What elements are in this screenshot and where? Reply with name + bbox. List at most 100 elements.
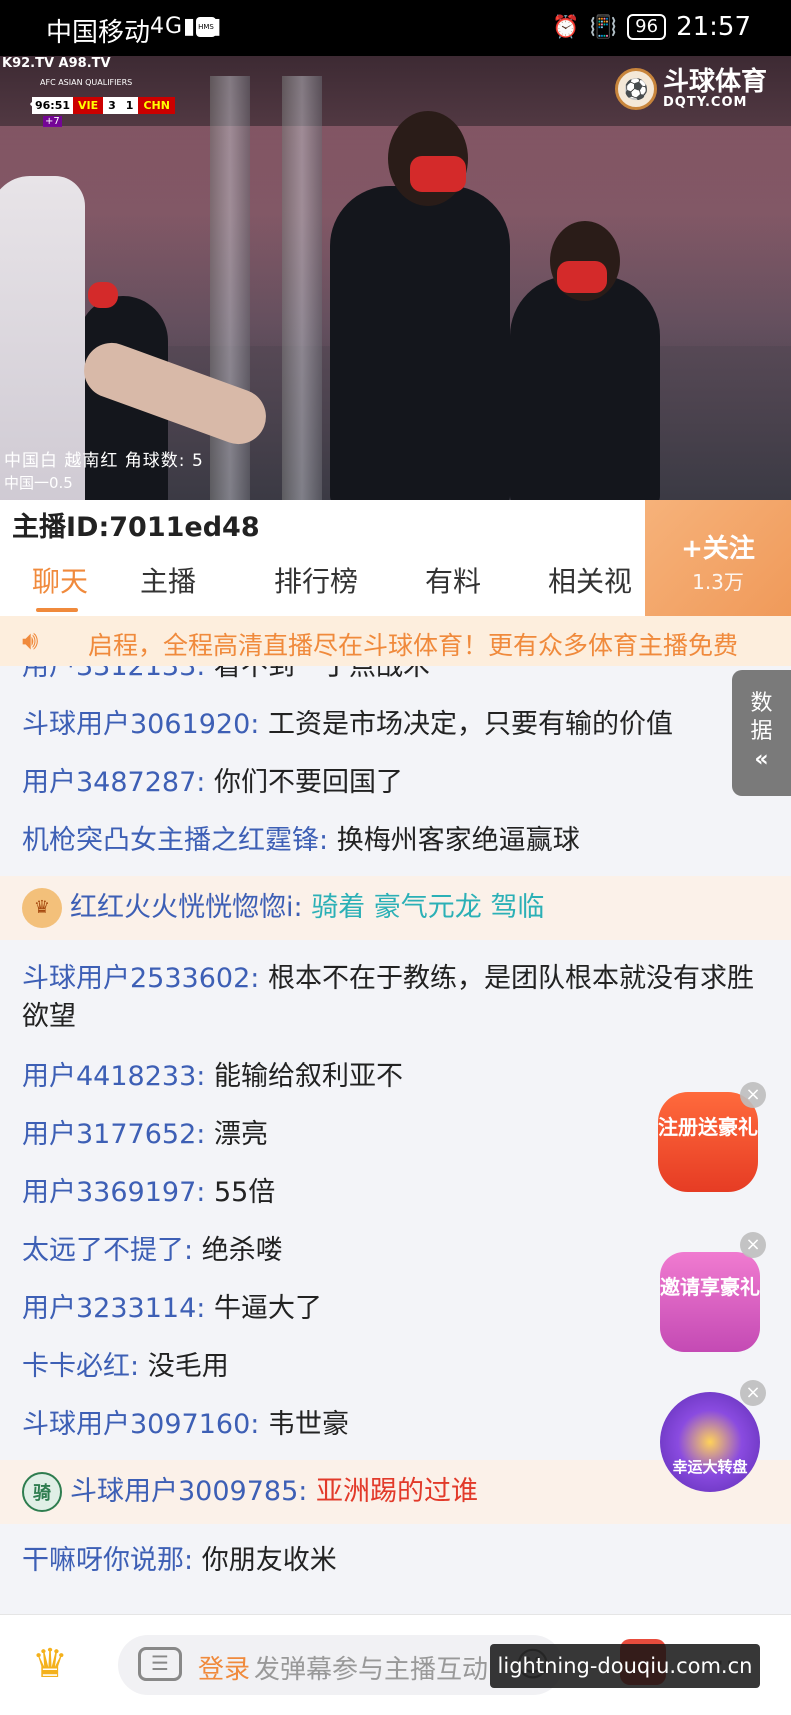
tab-ranking[interactable]: 排行榜	[274, 560, 358, 600]
danmaku-placeholder: 发弹幕参与主播互动	[254, 1655, 489, 1685]
chat-message: 机枪突凸女主播之红霆锋: 换梅州客家绝逼赢球	[22, 822, 580, 860]
chat-message: 卡卡必红: 没毛用	[22, 1348, 229, 1386]
streamer-id: 主播ID:7011ed48	[12, 512, 260, 543]
tab-related-videos[interactable]: 相关视	[548, 560, 632, 600]
chat-text: 牛逼大了	[213, 1293, 322, 1324]
chat-username[interactable]: 用户4418233:	[22, 1061, 205, 1092]
chat-text: 骑着 豪气元龙 驾临	[311, 892, 545, 923]
chat-text: 亚洲踢的过谁	[315, 1476, 478, 1507]
chat-message: 干嘛呀你说那: 你朋友收米	[22, 1542, 337, 1580]
chat-username[interactable]: 用户3312133:	[22, 666, 205, 682]
invite-promo[interactable]: 邀请享豪礼	[660, 1252, 760, 1352]
staff-mask	[557, 261, 607, 293]
register-promo[interactable]: 注册送豪礼	[658, 1092, 758, 1192]
scoreboard: 96:51 VIE 3 1 CHN	[32, 94, 175, 116]
follow-label: +关注	[681, 534, 755, 564]
chat-username[interactable]: 用户3177652:	[22, 1119, 205, 1150]
site-watermark: lightning-douqiu.com.cn	[490, 1644, 760, 1688]
active-tab-indicator	[36, 608, 78, 612]
chat-text: 绝杀喽	[201, 1235, 283, 1266]
football-icon: ⚽	[615, 68, 657, 110]
chat-message: 用户3312133: 看不到一丁点战术	[22, 666, 430, 686]
chat-username[interactable]: 红红火火恍恍惚惚i:	[70, 892, 303, 923]
close-icon[interactable]: ×	[740, 1232, 766, 1258]
tab-chat[interactable]: 聊天	[32, 560, 88, 600]
chat-text: 换梅州客家绝逼赢球	[336, 825, 580, 856]
close-icon[interactable]: ×	[740, 1082, 766, 1108]
data-label-2: 据	[750, 719, 773, 744]
chat-username[interactable]: 斗球用户3009785:	[70, 1476, 307, 1507]
chat-text: 韦世豪	[267, 1409, 349, 1440]
chat-username[interactable]: 用户3369197:	[22, 1177, 205, 1208]
chat-username[interactable]: 干嘛呀你说那:	[22, 1545, 193, 1576]
chat-text: 你们不要回国了	[213, 767, 403, 798]
chat-text: 55倍	[213, 1177, 276, 1208]
chat-message: 红红火火恍恍惚惚i: 骑着 豪气元龙 驾临	[70, 889, 544, 927]
collapse-arrow-icon: «	[754, 747, 769, 772]
staff-mask-left	[88, 282, 118, 308]
competition-label: AFC ASIAN QUALIFIERS	[40, 78, 133, 87]
invite-promo-badge: 邀请享豪礼	[660, 1252, 760, 1352]
alarm-icon: ⏰	[552, 14, 580, 40]
chat-message: 用户4418233: 能输给叙利亚不	[22, 1058, 403, 1096]
coach-figure	[330, 186, 510, 500]
speaker-icon: 🔊︎	[22, 626, 39, 656]
chat-username[interactable]: 用户3233114:	[22, 1293, 205, 1324]
match-overlay-odds: 中国一0.5	[4, 474, 73, 492]
staff-figure	[510, 276, 660, 500]
chat-username[interactable]: 斗球用户3097160:	[22, 1409, 259, 1440]
tab-bar: 聊天 主播 排行榜 有料 相关视	[0, 560, 645, 612]
register-promo-badge: 注册送豪礼	[658, 1092, 758, 1192]
chat-message: 用户3487287: 你们不要回国了	[22, 764, 403, 802]
chat-username[interactable]: 太远了不提了:	[22, 1235, 193, 1266]
notice-text: 启程，全程高清直播尽在斗球体育！更有众多体育主播免费	[88, 631, 739, 660]
video-player[interactable]: K92.TV A98.TV AFC ASIAN QUALIFIERS 96:51…	[0, 56, 791, 500]
home-team: VIE	[73, 96, 104, 114]
dqty-logo: ⚽ 斗球体育 DQTY.COM	[615, 68, 767, 110]
chat-text: 工资是市场决定，只要有输的价值	[267, 709, 673, 740]
chat-message: 斗球用户3097160: 韦世豪	[22, 1406, 349, 1444]
vip-badge-icon: ♛	[22, 888, 62, 928]
chat-username[interactable]: 卡卡必红:	[22, 1351, 139, 1382]
lucky-wheel-badge: 幸运大转盘	[660, 1392, 760, 1492]
chat-text: 你朋友收米	[201, 1545, 337, 1576]
coach-mask	[410, 156, 466, 192]
status-bar: 中国移动 4G▮▮▮ HMS ⏰ 📳 96 21:57	[0, 0, 791, 56]
clock: 21:57	[676, 12, 751, 42]
chat-message: 斗球用户2533602: 根本不在于教练，是团队根本就没有求胜欲望	[22, 960, 762, 1036]
chat-username[interactable]: 斗球用户2533602:	[22, 963, 259, 994]
notice-banner: 🔊︎ 启程，全程高清直播尽在斗球体育！更有众多体育主播免费	[0, 616, 791, 666]
added-time: +7	[43, 116, 62, 127]
chat-message: 斗球用户3061920: 工资是市场决定，只要有输的价值	[22, 706, 673, 744]
tab-streamer[interactable]: 主播	[140, 560, 196, 600]
home-score: 3	[103, 96, 121, 114]
video-pillar	[282, 76, 322, 500]
source-label: K92.TV A98.TV	[2, 56, 111, 71]
close-icon[interactable]: ×	[740, 1380, 766, 1406]
back-arrow-icon[interactable]: ‹	[28, 86, 40, 121]
follow-button[interactable]: +关注 1.3万	[645, 500, 791, 616]
follower-count: 1.3万	[692, 570, 744, 594]
tab-insights[interactable]: 有料	[425, 560, 481, 600]
data-label-1: 数	[750, 691, 773, 716]
crown-icon[interactable]: ♛	[32, 1641, 68, 1687]
data-panel-toggle[interactable]: 数 据 «	[732, 670, 791, 796]
away-score: 1	[120, 96, 139, 114]
chat-text: 没毛用	[147, 1351, 229, 1382]
knight-badge-icon: 骑	[22, 1472, 62, 1512]
chat-username[interactable]: 斗球用户3061920:	[22, 709, 259, 740]
chat-message: 用户3233114: 牛逼大了	[22, 1290, 322, 1328]
login-link[interactable]: 登录	[198, 1649, 250, 1686]
chat-message: 太远了不提了: 绝杀喽	[22, 1232, 283, 1270]
carrier-label: 中国移动	[46, 18, 151, 48]
chat-username[interactable]: 用户3487287:	[22, 767, 205, 798]
chat-username[interactable]: 机枪突凸女主播之红霆锋:	[22, 825, 328, 856]
match-overlay-info: 中国白 越南红 角球数: 5	[4, 451, 204, 471]
lucky-wheel-promo[interactable]: 幸运大转盘	[660, 1392, 760, 1492]
chat-message: 斗球用户3009785: 亚洲踢的过谁	[70, 1473, 478, 1511]
vip-entry-message: ♛ 红红火火恍恍惚惚i: 骑着 豪气元龙 驾临	[0, 876, 791, 940]
chat-message: 用户3369197: 55倍	[22, 1174, 275, 1212]
logo-text: 斗球体育	[663, 66, 768, 97]
chat-text: 漂亮	[213, 1119, 268, 1150]
danmaku-icon: ☰	[138, 1647, 182, 1681]
